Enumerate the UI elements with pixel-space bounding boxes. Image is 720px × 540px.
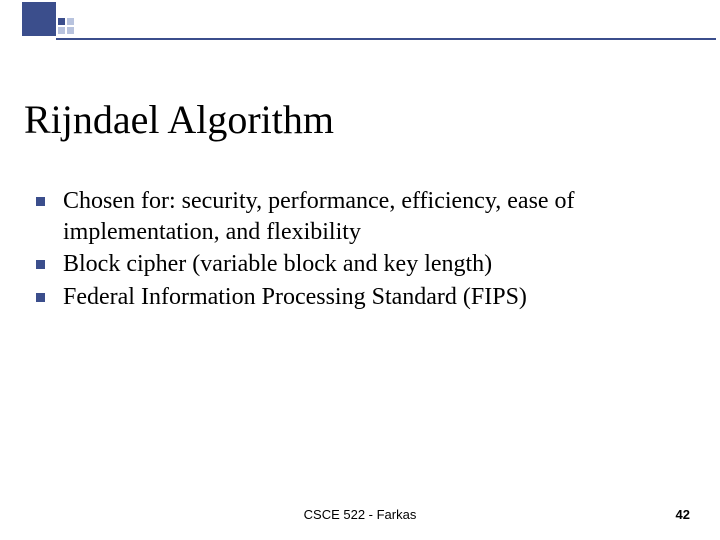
bullet-list: Chosen for: security, performance, effic…	[36, 186, 686, 315]
decor-big-square	[22, 2, 56, 36]
decor-header-line	[56, 38, 716, 40]
slide-header-decoration	[0, 0, 74, 36]
footer-text: CSCE 522 - Farkas	[0, 507, 720, 522]
bullet-icon	[36, 197, 45, 206]
list-item: Federal Information Processing Standard …	[36, 282, 686, 313]
bullet-icon	[36, 260, 45, 269]
list-item: Chosen for: security, performance, effic…	[36, 186, 686, 247]
bullet-icon	[36, 293, 45, 302]
bullet-text: Federal Information Processing Standard …	[63, 282, 527, 313]
bullet-text: Block cipher (variable block and key len…	[63, 249, 492, 280]
list-item: Block cipher (variable block and key len…	[36, 249, 686, 280]
bullet-text: Chosen for: security, performance, effic…	[63, 186, 686, 247]
decor-small-squares	[58, 18, 74, 34]
page-number: 42	[676, 507, 690, 522]
slide-title: Rijndael Algorithm	[24, 96, 334, 143]
